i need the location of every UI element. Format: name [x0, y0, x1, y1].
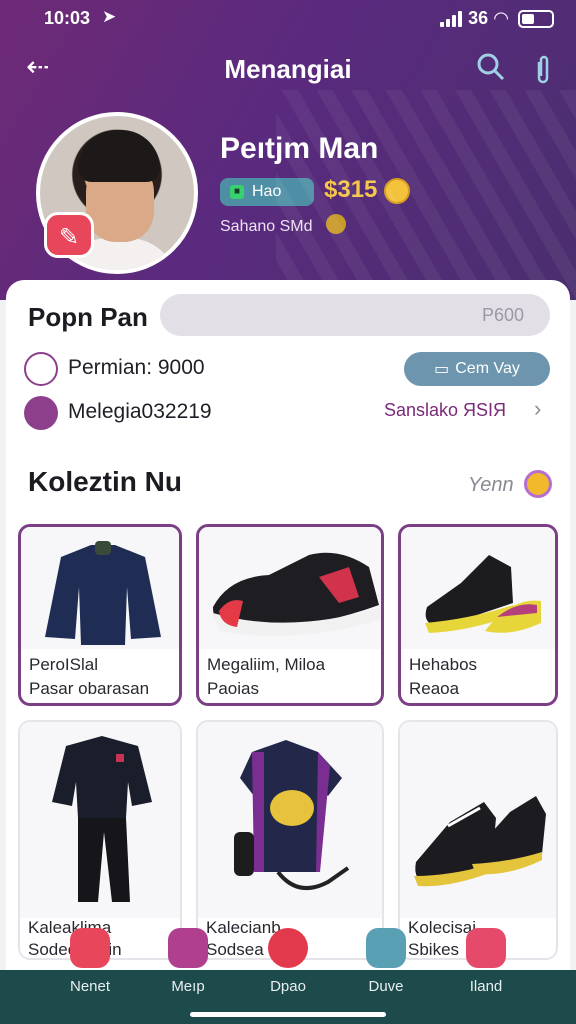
- location-pin-icon: [24, 396, 58, 430]
- location-arrow-icon: ➤: [102, 7, 117, 26]
- card-icon: ▭: [434, 361, 450, 378]
- product-name: Megaliim, Miloa: [207, 655, 326, 674]
- product-name: PeroISlal: [29, 655, 98, 674]
- signal-icon: [440, 10, 463, 27]
- phone-tab-icon: [466, 928, 506, 968]
- mail-icon: [24, 352, 58, 386]
- profile-card: Popn Pan P600 Permian: 9000 ▭ Cem Vay Mel…: [6, 280, 570, 980]
- cleats-image: [401, 527, 555, 649]
- tag-icon: ■: [230, 185, 244, 199]
- status-bar: 10:03 ➤ 36 ◠: [0, 7, 576, 32]
- product-card-sneaker-red[interactable]: Megaliim, Miloa Paoias: [196, 524, 384, 706]
- search-icon[interactable]: [476, 52, 506, 89]
- location-label: Melegia032219: [68, 400, 212, 423]
- emoji-icon: [326, 214, 346, 234]
- tracksuit-image: [20, 722, 180, 918]
- product-subtitle: Pasar obarasan: [29, 679, 150, 698]
- product-card-tracksuit[interactable]: Kaleaklima Sodeo Perin: [18, 720, 182, 960]
- location-link[interactable]: Sanslako ЯSIЯ: [384, 400, 506, 421]
- signal-strength: 36: [468, 8, 489, 28]
- jersey-image: [198, 722, 382, 918]
- product-card-cleats[interactable]: Hehabos Reaoa: [398, 524, 558, 706]
- card-title: Popn Pan: [28, 302, 148, 332]
- view-all-link[interactable]: Yenn: [468, 474, 514, 497]
- sneaker-image: [199, 527, 381, 649]
- search-input[interactable]: P600: [160, 294, 550, 336]
- price-label: $315: [324, 176, 378, 203]
- chevron-right-icon[interactable]: ›: [534, 396, 541, 422]
- profile-header: 10:03 ➤ 36 ◠ ⇠ Menangiai ✎ Peıtjm Man ■ H…: [0, 0, 576, 300]
- star-tab-icon: [70, 928, 110, 968]
- tab-nenet[interactable]: Nenet: [40, 928, 140, 1024]
- home-indicator: [190, 1012, 386, 1017]
- product-subtitle: Paoias: [207, 679, 259, 698]
- status-time: 10:03: [44, 8, 91, 28]
- payment-label: Permian: 9000: [68, 356, 205, 379]
- product-card-sneakers-pair[interactable]: Kolecisai Sbikes: [398, 720, 558, 960]
- product-subtitle: Reaoa: [409, 679, 460, 698]
- star-icon[interactable]: [524, 470, 552, 498]
- paperclip-icon[interactable]: [532, 54, 554, 93]
- battery-icon: [518, 9, 554, 28]
- collection-title: Koleztin Nu: [28, 466, 182, 497]
- chart-tab-icon: [366, 928, 406, 968]
- download-tab-icon: [268, 928, 308, 968]
- product-subtitle: Sodsea: [206, 940, 264, 959]
- product-name: Hehabos: [409, 655, 478, 674]
- grid-tab-icon: [168, 928, 208, 968]
- jacket-image: [21, 527, 179, 649]
- product-card-jersey[interactable]: Kalecianb Sodsea: [196, 720, 384, 960]
- sneakers-pair-image: [400, 722, 556, 918]
- product-name: Kalecianb: [206, 918, 281, 937]
- product-subtitle: Sbikes: [408, 940, 460, 959]
- tag-badge: ■ Hao: [220, 178, 314, 206]
- edit-badge-icon[interactable]: ✎: [44, 212, 94, 258]
- product-card-jacket[interactable]: PeroISlal Pasar obarasan: [18, 524, 182, 706]
- profile-subtitle: Sahano SMd: [220, 218, 313, 235]
- coin-icon: [384, 178, 410, 204]
- wifi-icon: ◠: [494, 8, 508, 28]
- profile-name: Peıtjm Man: [220, 132, 379, 165]
- tab-iland[interactable]: Iland: [436, 928, 536, 1024]
- pay-button[interactable]: ▭ Cem Vay: [404, 352, 550, 386]
